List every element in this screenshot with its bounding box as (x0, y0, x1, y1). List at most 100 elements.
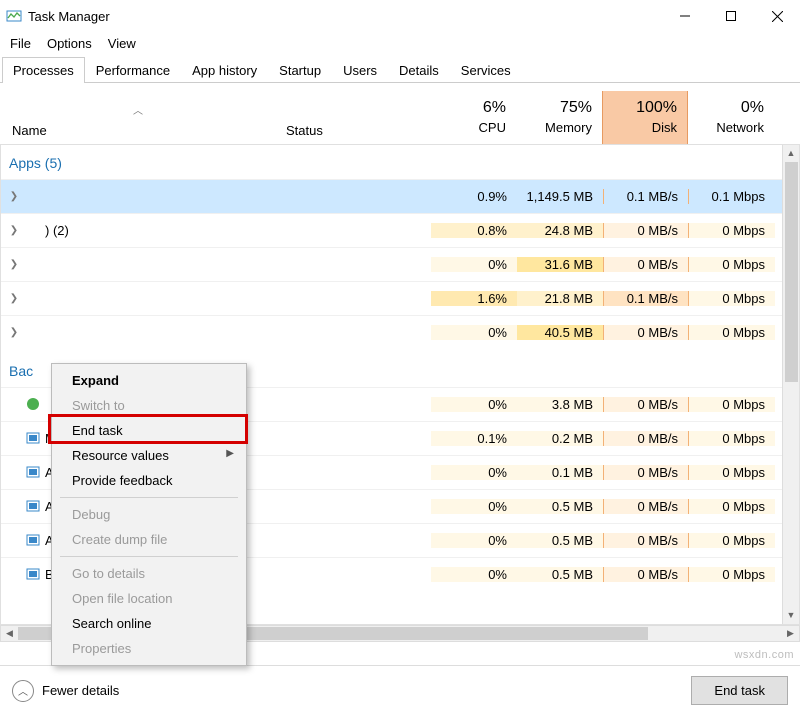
menu-options[interactable]: Options (47, 36, 92, 51)
tab-startup[interactable]: Startup (268, 57, 332, 83)
process-row[interactable]: ❯ 0% 40.5 MB 0 MB/s 0 Mbps (1, 315, 799, 349)
process-mem: 0.1 MB (517, 465, 603, 480)
maximize-button[interactable] (708, 0, 754, 32)
process-disk: 0 MB/s (603, 567, 689, 582)
process-mem: 0.5 MB (517, 567, 603, 582)
menu-separator (60, 556, 238, 557)
ctx-properties: Properties (54, 636, 244, 661)
tab-services[interactable]: Services (450, 57, 522, 83)
menu-file[interactable]: File (10, 36, 31, 51)
fewer-details-toggle[interactable]: ︿ Fewer details (12, 680, 119, 702)
process-disk: 0 MB/s (603, 325, 689, 340)
process-row[interactable]: ❯ 0.9% 1,149.5 MB 0.1 MB/s 0.1 Mbps (1, 179, 799, 213)
process-cpu: 0% (431, 397, 517, 412)
scroll-thumb[interactable] (785, 162, 798, 382)
process-icon (25, 532, 41, 548)
column-status[interactable]: Status (280, 91, 430, 144)
column-network[interactable]: 0% Network (688, 91, 774, 144)
end-task-button[interactable]: End task (691, 676, 788, 705)
process-net: 0 Mbps (689, 325, 775, 340)
process-cpu: 0% (431, 533, 517, 548)
window-controls (662, 0, 800, 32)
process-row[interactable]: ❯ ) (2) 0.8% 24.8 MB 0 MB/s 0 Mbps (1, 213, 799, 247)
expand-icon[interactable]: ❯ (7, 293, 21, 304)
column-header-row: ︿ Name Status 6% CPU 75% Memory 100% Dis… (0, 91, 800, 145)
process-net: 0 Mbps (689, 465, 775, 480)
watermark: wsxdn.com (734, 649, 794, 661)
process-disk: 0 MB/s (603, 223, 689, 238)
process-disk: 0 MB/s (603, 465, 689, 480)
tab-performance[interactable]: Performance (85, 57, 181, 83)
process-disk: 0 MB/s (603, 257, 689, 272)
process-net: 0 Mbps (689, 567, 775, 582)
process-row[interactable]: ❯ 1.6% 21.8 MB 0.1 MB/s 0 Mbps (1, 281, 799, 315)
process-net: 0 Mbps (689, 257, 775, 272)
process-icon (25, 324, 41, 340)
close-button[interactable] (754, 0, 800, 32)
process-net: 0 Mbps (689, 291, 775, 306)
column-disk[interactable]: 100% Disk (602, 91, 688, 144)
ctx-expand[interactable]: Expand (54, 368, 244, 393)
ctx-search-online[interactable]: Search online (54, 611, 244, 636)
scroll-left-icon[interactable]: ◀ (1, 626, 18, 641)
ctx-debug: Debug (54, 502, 244, 527)
tab-processes[interactable]: Processes (2, 57, 85, 83)
process-icon (25, 396, 41, 412)
menu-separator (60, 497, 238, 498)
column-cpu[interactable]: 6% CPU (430, 91, 516, 144)
group-apps[interactable]: Apps (5) (1, 145, 799, 179)
process-mem: 0.2 MB (517, 431, 603, 446)
process-cpu: 0.1% (431, 431, 517, 446)
process-cpu: 1.6% (431, 291, 517, 306)
process-mem: 3.8 MB (517, 397, 603, 412)
process-cpu: 0% (431, 567, 517, 582)
submenu-arrow-icon: ▶ (226, 448, 234, 459)
vertical-scrollbar[interactable]: ▲ ▼ (782, 145, 799, 624)
scroll-right-icon[interactable]: ▶ (782, 626, 799, 641)
process-disk: 0 MB/s (603, 431, 689, 446)
ctx-open-file-location: Open file location (54, 586, 244, 611)
tab-strip: Processes Performance App history Startu… (0, 57, 800, 83)
process-row[interactable]: ❯ 0% 31.6 MB 0 MB/s 0 Mbps (1, 247, 799, 281)
tab-details[interactable]: Details (388, 57, 450, 83)
process-disk: 0.1 MB/s (603, 189, 689, 204)
process-icon (25, 188, 41, 204)
minimize-button[interactable] (662, 0, 708, 32)
scroll-down-icon[interactable]: ▼ (783, 607, 799, 624)
column-name[interactable]: ︿ Name (0, 91, 280, 144)
process-net: 0 Mbps (689, 397, 775, 412)
process-icon (25, 290, 41, 306)
expand-icon[interactable]: ❯ (7, 225, 21, 236)
process-mem: 24.8 MB (517, 223, 603, 238)
process-disk: 0 MB/s (603, 533, 689, 548)
tab-users[interactable]: Users (332, 57, 388, 83)
process-cpu: 0.8% (431, 223, 517, 238)
ctx-resource-values[interactable]: Resource values▶ (54, 443, 244, 468)
ctx-go-to-details: Go to details (54, 561, 244, 586)
expand-icon[interactable]: ❯ (7, 259, 21, 270)
expand-icon[interactable]: ❯ (7, 327, 21, 338)
title-bar: Task Manager (0, 0, 800, 32)
process-cpu: 0.9% (431, 189, 517, 204)
process-mem: 0.5 MB (517, 499, 603, 514)
ctx-provide-feedback[interactable]: Provide feedback (54, 468, 244, 493)
process-name: ) (2) (45, 223, 69, 238)
process-disk: 0 MB/s (603, 397, 689, 412)
process-net: 0.1 Mbps (689, 189, 775, 204)
ctx-switch-to: Switch to (54, 393, 244, 418)
expand-icon[interactable]: ❯ (7, 191, 21, 202)
menu-view[interactable]: View (108, 36, 136, 51)
scroll-up-icon[interactable]: ▲ (783, 145, 799, 162)
ctx-end-task[interactable]: End task (54, 418, 244, 443)
tab-app-history[interactable]: App history (181, 57, 268, 83)
process-icon (25, 498, 41, 514)
chevron-up-icon: ︿ (12, 680, 34, 702)
process-net: 0 Mbps (689, 223, 775, 238)
process-disk: 0.1 MB/s (603, 291, 689, 306)
column-memory[interactable]: 75% Memory (516, 91, 602, 144)
sort-indicator-icon: ︿ (133, 102, 143, 117)
process-icon (25, 464, 41, 480)
ctx-create-dump-file: Create dump file (54, 527, 244, 552)
footer-bar: ︿ Fewer details End task (0, 665, 800, 715)
process-net: 0 Mbps (689, 533, 775, 548)
